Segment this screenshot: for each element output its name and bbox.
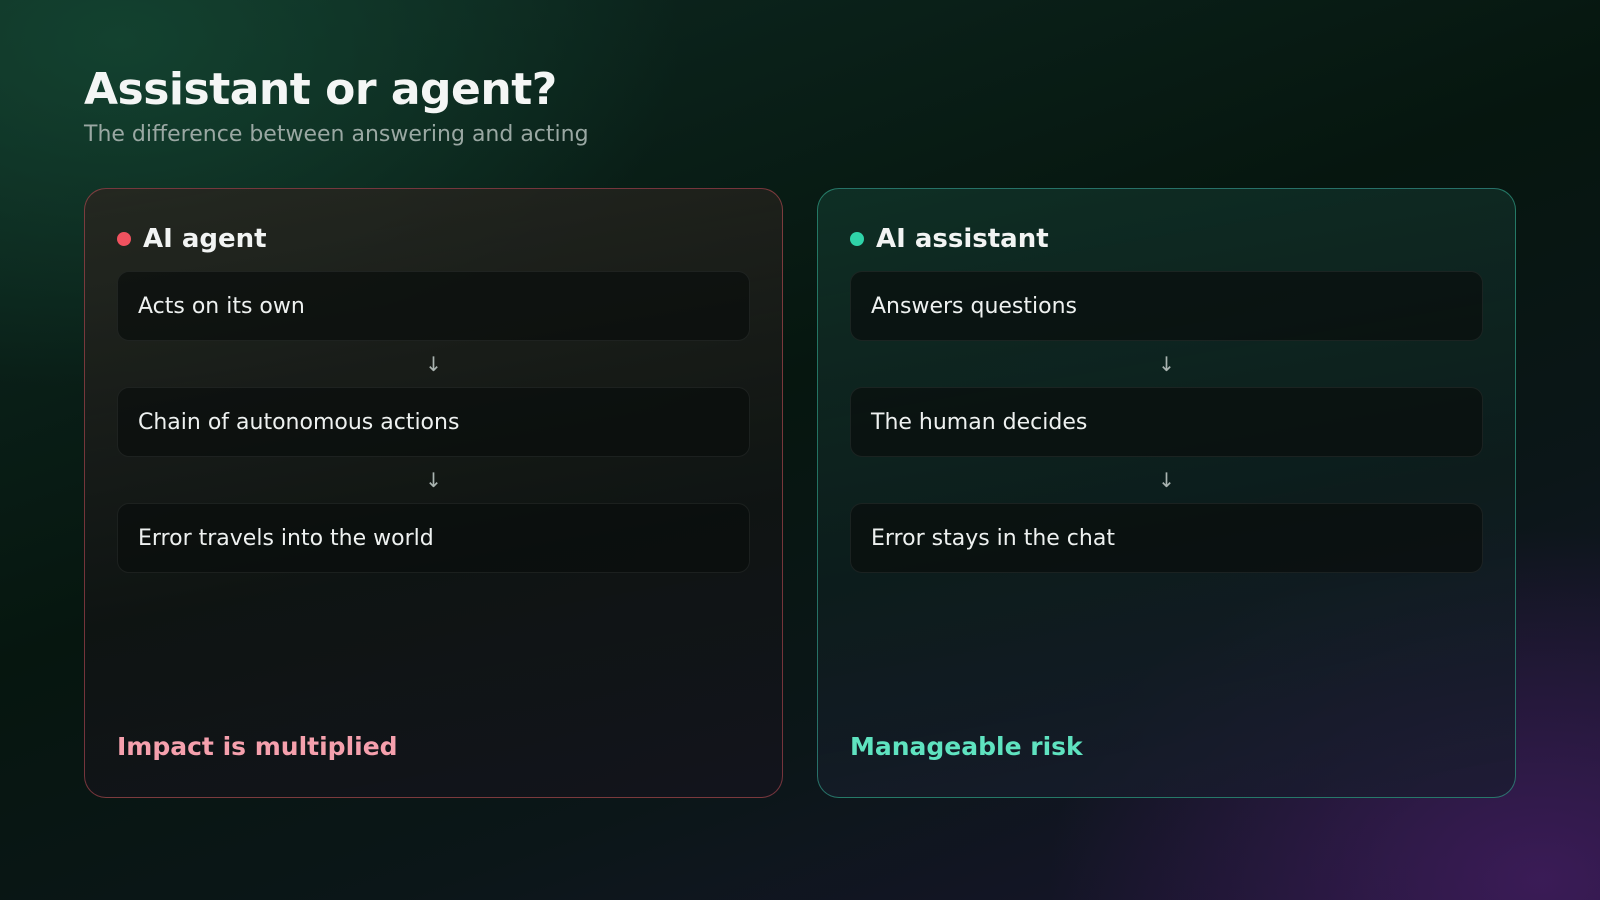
page-title: Assistant or agent? — [84, 64, 557, 115]
arrow-down-icon: ↓ — [425, 468, 442, 492]
slide-header: Assistant or agent? The difference betwe… — [84, 62, 589, 150]
agent-panel-header: AI agent — [117, 219, 750, 259]
agent-step-3: Error travels into the world — [117, 503, 750, 573]
green-dot-icon — [850, 232, 864, 246]
agent-panel-title: AI agent — [143, 224, 267, 254]
arrow-down-icon: ↓ — [425, 352, 442, 376]
agent-panel: AI agent Acts on its own ↓ Chain of auto… — [84, 188, 783, 798]
assistant-step-3: Error stays in the chat — [850, 503, 1483, 573]
assistant-panel-header: AI assistant — [850, 219, 1483, 259]
agent-step-2: Chain of autonomous actions — [117, 387, 750, 457]
arrow-down-icon: ↓ — [1158, 468, 1175, 492]
agent-step-1: Acts on its own — [117, 271, 750, 341]
agent-outcome: Impact is multiplied — [117, 732, 398, 761]
assistant-outcome: Manageable risk — [850, 732, 1083, 761]
assistant-panel: AI assistant Answers questions ↓ The hum… — [817, 188, 1516, 798]
arrow-down-icon: ↓ — [1158, 352, 1175, 376]
page-subtitle: The difference between answering and act… — [84, 122, 589, 147]
assistant-step-2: The human decides — [850, 387, 1483, 457]
red-dot-icon — [117, 232, 131, 246]
assistant-step-1: Answers questions — [850, 271, 1483, 341]
assistant-panel-title: AI assistant — [876, 224, 1049, 254]
